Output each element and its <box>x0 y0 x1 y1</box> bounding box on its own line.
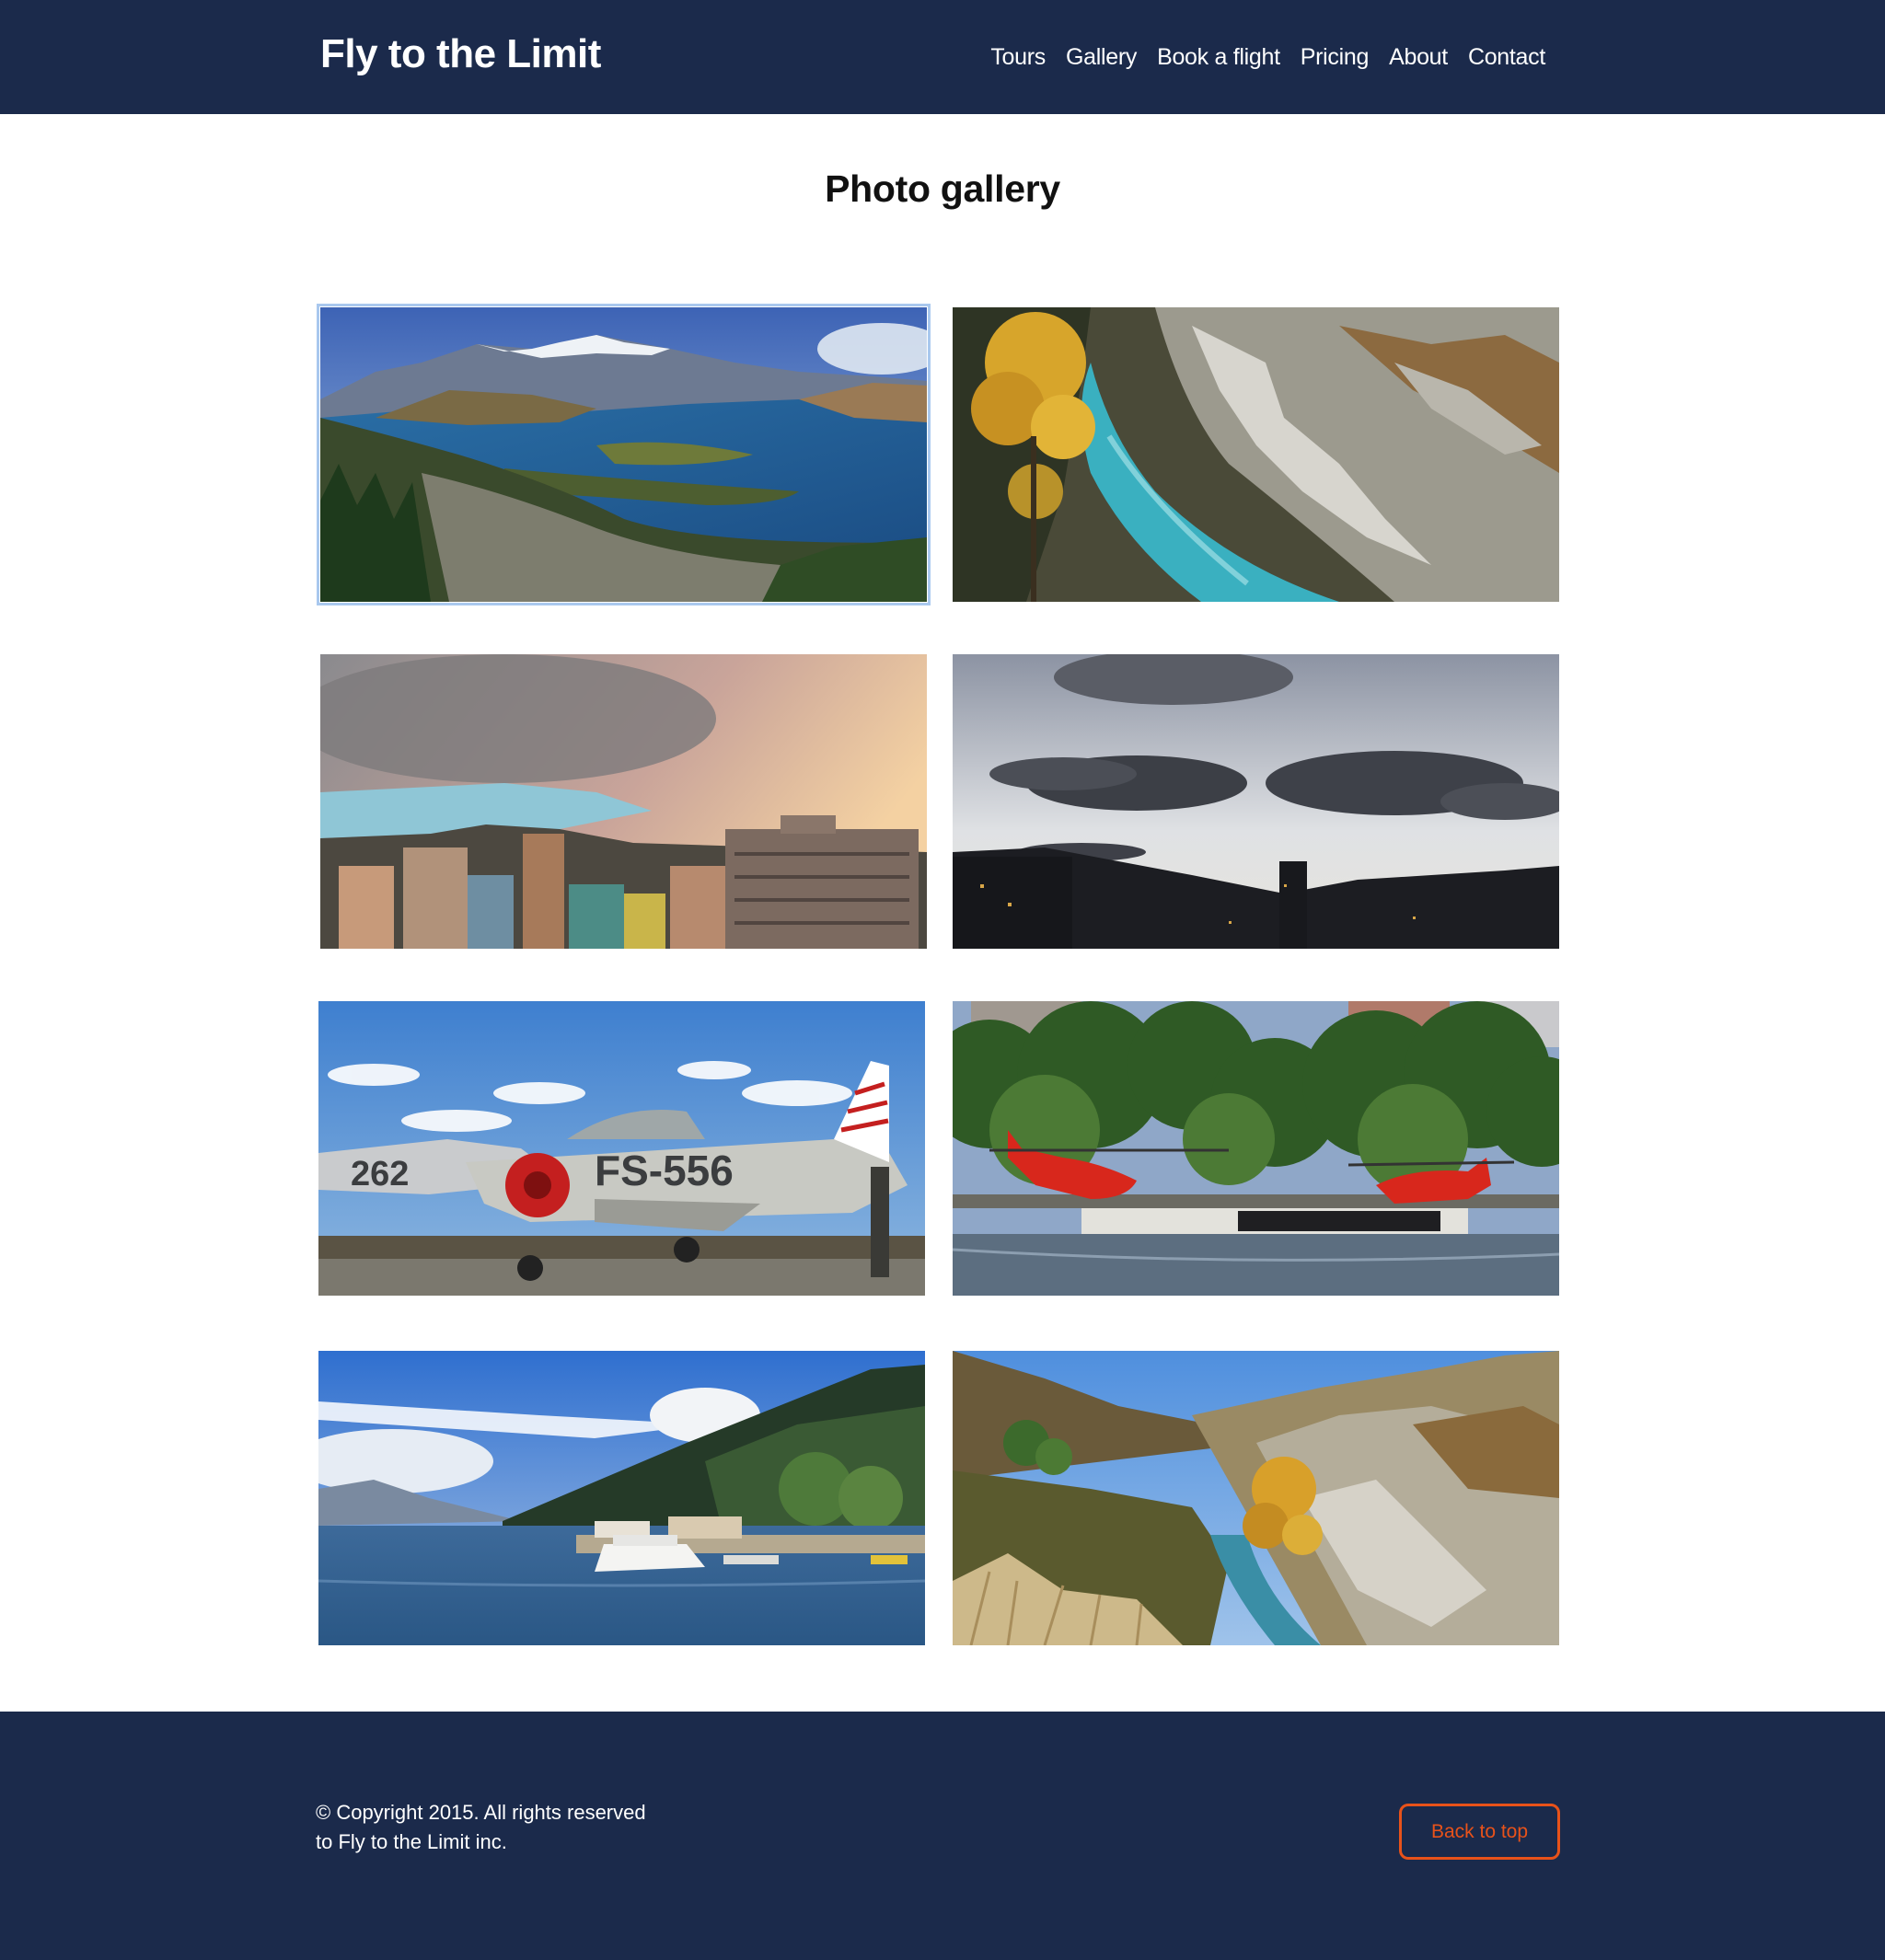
site-footer: © Copyright 2015. All rights reserved to… <box>0 1712 1885 1960</box>
gallery-photo-city-pink-sky[interactable] <box>320 654 927 949</box>
gallery-photo-dusk-skyline[interactable] <box>953 654 1559 949</box>
svg-text:FS-556: FS-556 <box>595 1147 734 1194</box>
copyright-line-2: to Fly to the Limit inc. <box>316 1830 507 1853</box>
nav-about[interactable]: About <box>1389 44 1448 71</box>
back-to-top-button[interactable]: Back to top <box>1399 1804 1560 1860</box>
gallery-photo-vintage-jets[interactable]: FS-556 262 <box>318 1001 925 1296</box>
gallery-photo-lake-panorama[interactable] <box>317 304 931 605</box>
site-header: Fly to the Limit Tours Gallery Book a fl… <box>0 0 1885 114</box>
svg-text:262: 262 <box>351 1155 409 1193</box>
gallery-photo-gorge-valley[interactable] <box>953 1351 1559 1645</box>
nav-contact[interactable]: Contact <box>1468 44 1545 71</box>
river-gorge-image <box>953 307 1559 602</box>
gallery-photo-lakeside-harbor[interactable] <box>318 1351 925 1645</box>
brand-logo-link[interactable]: Fly to the Limit <box>320 31 601 77</box>
nav-tours[interactable]: Tours <box>990 44 1046 71</box>
main-nav: Tours Gallery Book a flight Pricing Abou… <box>990 44 1545 71</box>
copyright-line-1: © Copyright 2015. All rights reserved <box>316 1801 646 1824</box>
nav-book-a-flight[interactable]: Book a flight <box>1157 44 1280 71</box>
gallery-photo-river-gorge[interactable] <box>953 307 1559 602</box>
nav-pricing[interactable]: Pricing <box>1301 44 1370 71</box>
gorge-valley-image <box>953 1351 1559 1645</box>
city-pink-sky-image <box>320 654 927 949</box>
vintage-jets-image: FS-556 262 <box>318 1001 925 1296</box>
copyright-text: © Copyright 2015. All rights reserved to… <box>316 1798 646 1857</box>
helicopters-image <box>953 1001 1559 1296</box>
dusk-skyline-image <box>953 654 1559 949</box>
page-title: Photo gallery <box>825 167 1060 210</box>
lake-panorama-image <box>320 307 927 602</box>
lakeside-harbor-image <box>318 1351 925 1645</box>
nav-gallery[interactable]: Gallery <box>1066 44 1137 71</box>
gallery-photo-helicopters[interactable] <box>953 1001 1559 1296</box>
